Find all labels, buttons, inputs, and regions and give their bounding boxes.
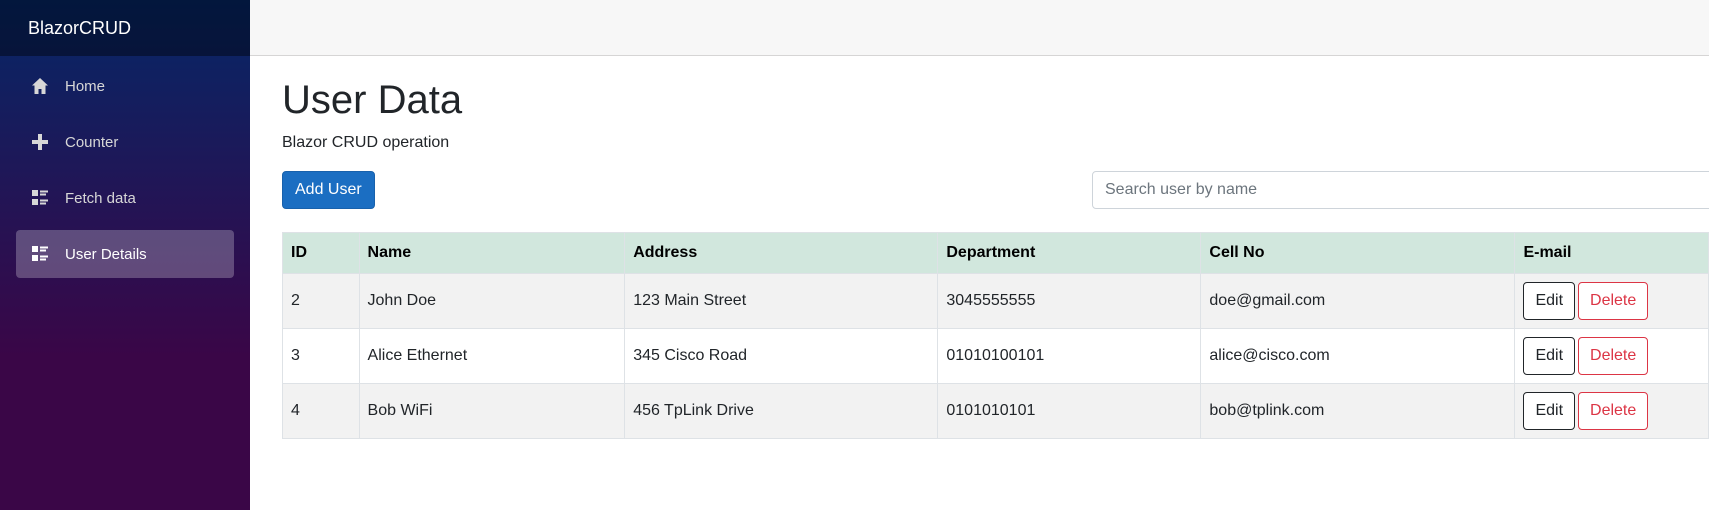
brand-title[interactable]: BlazorCRUD <box>0 0 250 56</box>
cell-actions: Edit Delete <box>1514 328 1709 384</box>
edit-button[interactable]: Edit <box>1523 282 1576 320</box>
cell-department: 0101010101 <box>937 383 1202 439</box>
top-bar <box>250 0 1709 56</box>
plus-icon <box>30 132 50 152</box>
nav-menu: Home Counter Fetch data User Details <box>0 56 250 278</box>
edit-button[interactable]: Edit <box>1523 392 1576 430</box>
column-header-department: Department <box>937 232 1202 274</box>
cell-cell-no: doe@gmail.com <box>1200 273 1516 329</box>
cell-actions: Edit Delete <box>1514 383 1709 439</box>
delete-button[interactable]: Delete <box>1578 337 1649 375</box>
column-header-id: ID <box>282 232 360 274</box>
page-title: User Data <box>282 78 463 122</box>
cell-name: Alice Ethernet <box>358 328 626 384</box>
cell-address: 345 Cisco Road <box>624 328 939 384</box>
table-row: 3 Alice Ethernet 345 Cisco Road 01010100… <box>282 328 1709 384</box>
cell-actions: Edit Delete <box>1514 273 1709 329</box>
sidebar-item-label: User Details <box>65 245 147 263</box>
sidebar-item-fetch-data[interactable]: Fetch data <box>16 174 234 222</box>
cell-department: 01010100101 <box>937 328 1202 384</box>
cell-id: 4 <box>282 383 360 439</box>
cell-department: 3045555555 <box>937 273 1202 329</box>
list-rich-icon <box>30 244 50 264</box>
cell-id: 2 <box>282 273 360 329</box>
main-content: User Data Blazor CRUD operation Add User… <box>282 56 1709 439</box>
cell-cell-no: bob@tplink.com <box>1200 383 1516 439</box>
cell-name: John Doe <box>358 273 626 329</box>
sidebar: BlazorCRUD Home Counter Fetch data User … <box>0 0 250 510</box>
delete-button[interactable]: Delete <box>1578 392 1649 430</box>
sidebar-item-label: Fetch data <box>65 189 136 207</box>
column-header-address: Address <box>624 232 939 274</box>
sidebar-item-label: Counter <box>65 133 119 151</box>
table-header-row: ID Name Address Department Cell No E-mai… <box>282 232 1709 274</box>
home-icon <box>30 76 50 96</box>
cell-name: Bob WiFi <box>358 383 626 439</box>
edit-button[interactable]: Edit <box>1523 337 1576 375</box>
cell-address: 123 Main Street <box>624 273 939 329</box>
sidebar-item-counter[interactable]: Counter <box>16 118 234 166</box>
table-row: 4 Bob WiFi 456 TpLink Drive 0101010101 b… <box>282 383 1709 439</box>
user-table: ID Name Address Department Cell No E-mai… <box>282 232 1709 439</box>
column-header-email: E-mail <box>1514 232 1709 274</box>
column-header-name: Name <box>358 232 626 274</box>
list-rich-icon <box>30 188 50 208</box>
cell-address: 456 TpLink Drive <box>624 383 939 439</box>
table-row: 2 John Doe 123 Main Street 3045555555 do… <box>282 273 1709 329</box>
page-subtitle: Blazor CRUD operation <box>282 134 450 151</box>
add-user-button[interactable]: Add User <box>282 171 375 209</box>
cell-cell-no: alice@cisco.com <box>1200 328 1516 384</box>
search-input[interactable] <box>1092 171 1709 209</box>
column-header-cell-no: Cell No <box>1200 232 1516 274</box>
cell-id: 3 <box>282 328 360 384</box>
sidebar-item-user-details[interactable]: User Details <box>16 230 234 278</box>
delete-button[interactable]: Delete <box>1578 282 1649 320</box>
sidebar-item-home[interactable]: Home <box>16 62 234 110</box>
sidebar-item-label: Home <box>65 77 106 95</box>
